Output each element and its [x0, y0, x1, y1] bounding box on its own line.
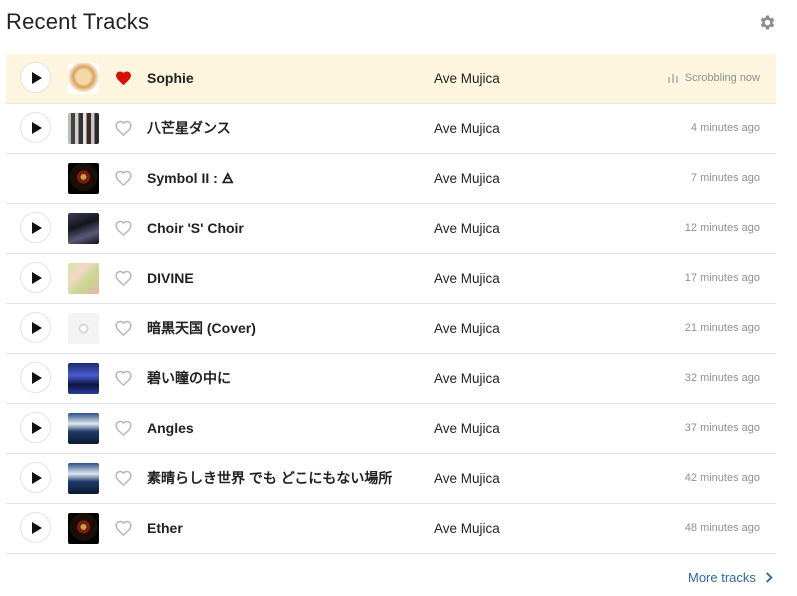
artist-name[interactable]: Ave Mujica: [434, 454, 500, 503]
artist-name[interactable]: Ave Mujica: [434, 154, 500, 203]
timestamp: 32 minutes ago: [685, 354, 760, 403]
track-row: 暗黒天国 (Cover) Ave Mujica 21 minutes ago: [6, 304, 776, 354]
timestamp: 42 minutes ago: [685, 454, 760, 503]
timestamp-label: Scrobbling now: [684, 72, 760, 84]
timestamp: 21 minutes ago: [685, 304, 760, 353]
timestamp: 7 minutes ago: [691, 154, 760, 203]
artist-name[interactable]: Ave Mujica: [434, 404, 500, 453]
timestamp-label: 17 minutes ago: [684, 272, 760, 284]
play-button[interactable]: [20, 362, 51, 393]
play-icon: [31, 371, 42, 384]
play-icon: [31, 321, 42, 334]
track-name[interactable]: Sophie: [147, 54, 194, 103]
timestamp: 12 minutes ago: [685, 204, 760, 253]
track-name[interactable]: 素晴らしき世界 でも どこにもない場所: [147, 454, 392, 503]
timestamp: 4 minutes ago: [691, 104, 760, 153]
heart-outline-icon[interactable]: [115, 170, 132, 186]
timestamp: 48 minutes ago: [685, 504, 760, 553]
track-row: DIVINE Ave Mujica 17 minutes ago: [6, 254, 776, 304]
album-art[interactable]: [68, 363, 99, 394]
play-button[interactable]: [20, 212, 51, 243]
play-icon: [31, 421, 42, 434]
timestamp-label: 32 minutes ago: [684, 372, 760, 384]
timestamp: 17 minutes ago: [685, 254, 760, 303]
play-icon: [31, 271, 42, 284]
track-name[interactable]: 八芒星ダンス: [147, 104, 231, 153]
play-button[interactable]: [20, 262, 51, 293]
more-tracks-label: More tracks: [688, 569, 756, 585]
heart-outline-icon[interactable]: [115, 220, 132, 236]
play-icon: [31, 471, 42, 484]
play-button[interactable]: [20, 312, 51, 343]
heart-outline-icon[interactable]: [115, 520, 132, 536]
track-row: Choir 'S' Choir Ave Mujica 12 minutes ago: [6, 204, 776, 254]
equalizer-icon: [667, 74, 678, 83]
artist-name[interactable]: Ave Mujica: [434, 354, 500, 403]
play-button[interactable]: [20, 512, 51, 543]
track-row: 素晴らしき世界 でも どこにもない場所 Ave Mujica 42 minutes …: [6, 454, 776, 504]
play-button[interactable]: [20, 112, 51, 143]
page-title: Recent Tracks: [6, 9, 150, 34]
track-name[interactable]: Angles: [147, 404, 194, 453]
track-name[interactable]: 碧い瞳の中に: [147, 354, 231, 403]
heart-outline-icon[interactable]: [115, 370, 132, 386]
artist-name[interactable]: Ave Mujica: [434, 254, 500, 303]
album-art[interactable]: [68, 63, 99, 94]
artist-name[interactable]: Ave Mujica: [434, 204, 500, 253]
track-row: 碧い瞳の中に Ave Mujica 32 minutes ago: [6, 354, 776, 404]
play-icon: [31, 521, 42, 534]
timestamp-label: 7 minutes ago: [690, 172, 760, 184]
header: Recent Tracks: [0, 0, 797, 50]
play-button[interactable]: [20, 462, 51, 493]
heart-filled-icon[interactable]: [115, 70, 132, 86]
artist-name[interactable]: Ave Mujica: [434, 54, 500, 103]
play-button[interactable]: [20, 412, 51, 443]
track-name[interactable]: Ether: [147, 504, 183, 553]
more-tracks-link[interactable]: More tracks: [688, 568, 773, 586]
play-icon: [31, 221, 42, 234]
album-art[interactable]: [68, 313, 99, 344]
play-icon: [31, 121, 42, 134]
timestamp-label: 37 minutes ago: [684, 422, 760, 434]
artist-name[interactable]: Ave Mujica: [434, 504, 500, 553]
track-row: 八芒星ダンス Ave Mujica 4 minutes ago: [6, 104, 776, 154]
timestamp-label: 4 minutes ago: [690, 122, 760, 134]
track-name[interactable]: Symbol II : 🜁: [147, 154, 234, 203]
track-name[interactable]: DIVINE: [147, 254, 194, 303]
recent-tracks-list: Sophie Ave Mujica Scrobbling now 八芒星ダンス Ave …: [6, 54, 776, 554]
scrobbling-status: Scrobbling now: [667, 54, 760, 103]
album-art[interactable]: [68, 163, 99, 194]
track-row: Ether Ave Mujica 48 minutes ago: [6, 504, 776, 554]
timestamp-label: 12 minutes ago: [684, 222, 760, 234]
heart-outline-icon[interactable]: [115, 120, 132, 136]
play-icon: [31, 71, 42, 84]
track-row: Sophie Ave Mujica Scrobbling now: [6, 54, 776, 104]
album-art[interactable]: [68, 213, 99, 244]
play-button[interactable]: [20, 62, 51, 93]
heart-outline-icon[interactable]: [115, 270, 132, 286]
timestamp-label: 42 minutes ago: [684, 472, 760, 484]
artist-name[interactable]: Ave Mujica: [434, 304, 500, 353]
timestamp: 37 minutes ago: [685, 404, 760, 453]
heart-outline-icon[interactable]: [115, 470, 132, 486]
track-row: Angles Ave Mujica 37 minutes ago: [6, 404, 776, 454]
timestamp-label: 21 minutes ago: [684, 322, 760, 334]
gear-icon[interactable]: [758, 13, 777, 32]
heart-outline-icon[interactable]: [115, 420, 132, 436]
album-art[interactable]: [68, 113, 99, 144]
track-name[interactable]: Choir 'S' Choir: [147, 204, 244, 253]
timestamp-label: 48 minutes ago: [684, 522, 760, 534]
album-art[interactable]: [68, 513, 99, 544]
heart-outline-icon[interactable]: [115, 320, 132, 336]
artist-name[interactable]: Ave Mujica: [434, 104, 500, 153]
track-name[interactable]: 暗黒天国 (Cover): [147, 304, 256, 353]
chevron-right-icon: [765, 571, 773, 583]
track-row: Symbol II : 🜁 Ave Mujica 7 minutes ago: [6, 154, 776, 204]
album-art[interactable]: [68, 413, 99, 444]
album-art[interactable]: [68, 263, 99, 294]
album-art[interactable]: [68, 463, 99, 494]
